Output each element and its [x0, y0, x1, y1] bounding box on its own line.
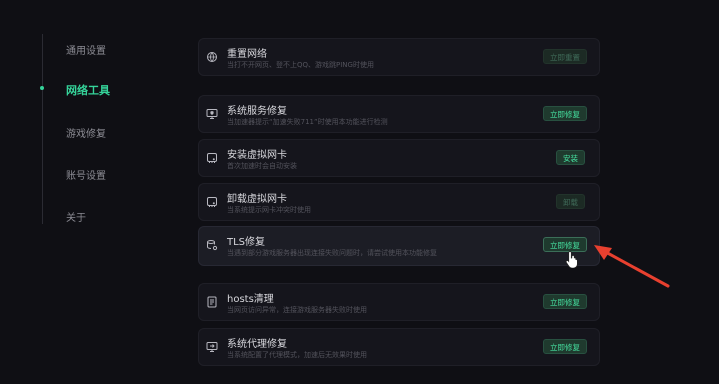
tool-card-system-service: 系统服务修复 当加速器提示“加速失败711”时使用本功能进行检测 立即修复 [198, 95, 600, 133]
system-service-repair-button[interactable]: 立即修复 [543, 106, 587, 121]
database-gear-icon [206, 239, 218, 251]
active-indicator [40, 86, 44, 90]
network-card-icon [206, 152, 218, 164]
tool-card-uninstall-nic: 卸载虚拟网卡 当系统提示网卡冲突时使用 卸载 [198, 183, 600, 221]
tool-description: 当系统配置了代理模式，加速后无效果时使用 [227, 351, 367, 359]
monitor-proxy-icon [206, 341, 218, 353]
tool-card-hosts-cleanup: hosts清理 当网页访问异常，连接游戏服务器失败时使用 立即修复 [198, 283, 600, 321]
tool-description: 当加速器提示“加速失败711”时使用本功能进行检测 [227, 118, 388, 126]
tool-title: 系统代理修复 [227, 339, 287, 350]
tool-title: 安装虚拟网卡 [227, 150, 287, 161]
globe-reset-icon [206, 51, 218, 63]
sidebar-item-account[interactable]: 账号设置 [66, 167, 106, 182]
tool-description: 首次加速时会自动安装 [227, 162, 297, 170]
reset-network-button[interactable]: 立即重置 [543, 49, 587, 64]
tool-title: 系统服务修复 [227, 106, 287, 117]
uninstall-nic-button[interactable]: 卸载 [556, 194, 585, 209]
proxy-repair-button[interactable]: 立即修复 [543, 339, 587, 354]
tool-card-tls-repair: TLS修复 当遇到部分游戏服务器出现连接失败问题时，请尝试使用本功能修复 立即修… [198, 226, 600, 266]
tool-title: 重置网络 [227, 49, 267, 60]
document-list-icon [206, 296, 218, 308]
sidebar-item-game-repair[interactable]: 游戏修复 [66, 125, 106, 140]
monitor-shield-icon [206, 108, 218, 120]
sidebar: 通用设置 网络工具 游戏修复 账号设置 关于 [0, 0, 170, 384]
sidebar-item-network-tools[interactable]: 网络工具 [66, 82, 110, 98]
tool-description: 当遇到部分游戏服务器出现连接失败问题时，请尝试使用本功能修复 [227, 249, 437, 257]
tool-description: 当网页访问异常，连接游戏服务器失败时使用 [227, 306, 367, 314]
sidebar-item-general[interactable]: 通用设置 [66, 42, 106, 57]
tool-card-proxy-repair: 系统代理修复 当系统配置了代理模式，加速后无效果时使用 立即修复 [198, 328, 600, 366]
install-nic-button[interactable]: 安装 [556, 150, 585, 165]
tool-title: hosts清理 [227, 294, 274, 305]
hosts-cleanup-button[interactable]: 立即修复 [543, 294, 587, 309]
network-card-remove-icon [206, 196, 218, 208]
tool-description: 当系统提示网卡冲突时使用 [227, 206, 311, 214]
hand-cursor-icon [565, 251, 578, 268]
tool-card-reset-network: 重置网络 当打不开网页、登不上QQ、游戏跳PING时使用 立即重置 [198, 38, 600, 76]
tool-description: 当打不开网页、登不上QQ、游戏跳PING时使用 [227, 61, 374, 69]
tool-card-install-nic: 安装虚拟网卡 首次加速时会自动安装 安装 [198, 139, 600, 177]
tool-title: 卸载虚拟网卡 [227, 194, 287, 205]
sidebar-divider [42, 34, 43, 224]
tool-title: TLS修复 [227, 237, 266, 248]
sidebar-item-about[interactable]: 关于 [66, 209, 86, 224]
annotation-arrow-icon [594, 245, 670, 288]
